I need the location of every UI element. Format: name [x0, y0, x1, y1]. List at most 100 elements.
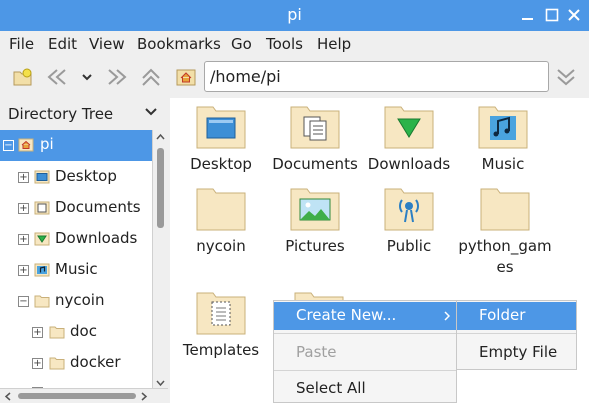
- menu-bookmarks[interactable]: Bookmarks: [137, 35, 221, 53]
- desktop-folder-icon: [196, 106, 246, 149]
- home-icon[interactable]: [175, 67, 197, 87]
- menu-separator: [457, 333, 576, 334]
- templates-folder-icon: [196, 292, 246, 335]
- maximize-icon[interactable]: [544, 7, 560, 23]
- desktop-folder-icon: [34, 170, 50, 184]
- file-item-label: Music: [481, 155, 525, 173]
- file-manager-window: pi File Edit View Bookmarks Go Tools Hel…: [0, 0, 589, 403]
- menu-file[interactable]: File: [9, 35, 34, 53]
- menu-item-label: Select All: [296, 379, 366, 397]
- menu-bar: File Edit View Bookmarks Go Tools Help: [0, 31, 589, 57]
- menu-item-folder[interactable]: Folder: [457, 302, 576, 330]
- menu-go[interactable]: Go: [231, 35, 252, 53]
- scrollbar-thumb[interactable]: [18, 393, 136, 399]
- chevron-down-icon[interactable]: [145, 107, 157, 117]
- tree-item-music[interactable]: + Music: [0, 255, 152, 286]
- documents-folder-icon: [34, 201, 50, 215]
- close-icon[interactable]: [566, 7, 582, 23]
- scroll-down-icon[interactable]: [156, 379, 165, 387]
- tree-item-label: pi: [40, 135, 54, 153]
- public-folder-icon: [384, 188, 434, 231]
- tree-item-label: Desktop: [55, 167, 117, 185]
- path-bar[interactable]: /home/pi: [204, 61, 549, 92]
- collapse-icon[interactable]: −: [18, 296, 29, 307]
- up-folder-icon[interactable]: [140, 67, 162, 87]
- expand-icon[interactable]: +: [18, 265, 29, 276]
- file-item-downloads[interactable]: Downloads: [361, 104, 457, 175]
- tree-item-label: nycoin: [55, 291, 105, 309]
- expand-icon[interactable]: +: [18, 172, 29, 183]
- back-icon[interactable]: [46, 67, 68, 87]
- menu-separator: [274, 370, 456, 371]
- file-item-nycoin[interactable]: nycoin: [173, 186, 269, 257]
- tree-item-documents[interactable]: + Documents: [0, 193, 152, 224]
- file-item-label: Documents: [272, 155, 358, 173]
- file-item-documents[interactable]: Documents: [267, 104, 363, 175]
- file-item-python-games[interactable]: python_games: [455, 186, 555, 278]
- menu-edit[interactable]: Edit: [48, 35, 77, 53]
- file-item-label: Desktop: [190, 155, 252, 173]
- title-bar[interactable]: pi: [0, 0, 589, 31]
- tree-item-pi[interactable]: − pi: [0, 130, 152, 161]
- tree-vertical-scrollbar[interactable]: [152, 130, 168, 392]
- file-item-label: nycoin: [196, 237, 246, 255]
- downloads-folder-icon: [384, 106, 434, 149]
- tree-item-downloads[interactable]: + Downloads: [0, 224, 152, 255]
- minimize-icon[interactable]: [520, 7, 536, 23]
- tree-item-label: Music: [55, 260, 98, 278]
- tree-item-label: docker: [70, 353, 121, 371]
- folder-icon: [196, 188, 246, 231]
- scroll-left-icon[interactable]: [4, 392, 12, 401]
- file-item-label: Public: [386, 237, 432, 255]
- scroll-up-icon[interactable]: [156, 133, 165, 141]
- directory-tree: − pi + Desktop + Documents + Downloads +…: [0, 130, 152, 402]
- menu-item-create-new[interactable]: Create New...: [274, 302, 456, 330]
- documents-folder-icon: [290, 106, 340, 149]
- file-item-templates[interactable]: Templates: [173, 290, 269, 361]
- folder-icon: [49, 357, 65, 370]
- tree-item-nycoin[interactable]: − nycoin: [0, 286, 152, 317]
- expand-icon[interactable]: +: [32, 327, 43, 338]
- scrollbar-thumb[interactable]: [157, 148, 164, 228]
- menu-help[interactable]: Help: [317, 35, 351, 53]
- menu-separator: [274, 333, 456, 334]
- menu-item-empty-file[interactable]: Empty File: [457, 339, 576, 367]
- file-item-public[interactable]: Public: [361, 186, 457, 257]
- scroll-right-icon[interactable]: [140, 392, 148, 401]
- expand-icon[interactable]: +: [18, 234, 29, 245]
- file-item-pictures[interactable]: Pictures: [267, 186, 363, 257]
- menu-item-paste[interactable]: Paste: [274, 339, 456, 367]
- music-folder-icon: [478, 106, 528, 149]
- expand-icon[interactable]: +: [32, 358, 43, 369]
- menu-view[interactable]: View: [89, 35, 125, 53]
- sidebar-mode-label[interactable]: Directory Tree: [8, 105, 113, 123]
- file-item-music[interactable]: Music: [455, 104, 551, 175]
- folder-icon: [480, 188, 530, 231]
- submenu-arrow-icon: [444, 311, 450, 321]
- new-tab-icon[interactable]: [12, 67, 34, 87]
- file-item-label: Pictures: [285, 237, 345, 255]
- collapse-icon[interactable]: −: [3, 140, 14, 151]
- tree-horizontal-scrollbar[interactable]: [0, 388, 168, 403]
- expand-icon[interactable]: +: [18, 203, 29, 214]
- sidebar: Directory Tree − pi + Desktop + Document…: [0, 98, 168, 403]
- tree-item-docker[interactable]: + docker: [0, 348, 152, 379]
- history-dropdown-icon[interactable]: [80, 67, 94, 87]
- menu-tools[interactable]: Tools: [266, 35, 303, 53]
- home-folder-icon: [18, 138, 34, 152]
- menu-item-select-all[interactable]: Select All: [274, 375, 456, 403]
- menu-item-label: Paste: [296, 343, 337, 361]
- context-menu: Create New... Paste Select All: [273, 300, 457, 403]
- file-item-label: Templates: [182, 341, 260, 359]
- downloads-folder-icon: [34, 232, 50, 246]
- forward-icon[interactable]: [106, 67, 128, 87]
- file-item-desktop[interactable]: Desktop: [173, 104, 269, 175]
- tree-item-label: Documents: [55, 198, 141, 216]
- pictures-folder-icon: [290, 188, 340, 231]
- tree-item-label: doc: [70, 322, 97, 340]
- tree-item-doc[interactable]: + doc: [0, 317, 152, 348]
- music-folder-icon: [34, 263, 50, 277]
- go-path-icon[interactable]: [555, 67, 577, 87]
- window-title: pi: [287, 5, 302, 24]
- tree-item-desktop[interactable]: + Desktop: [0, 162, 152, 193]
